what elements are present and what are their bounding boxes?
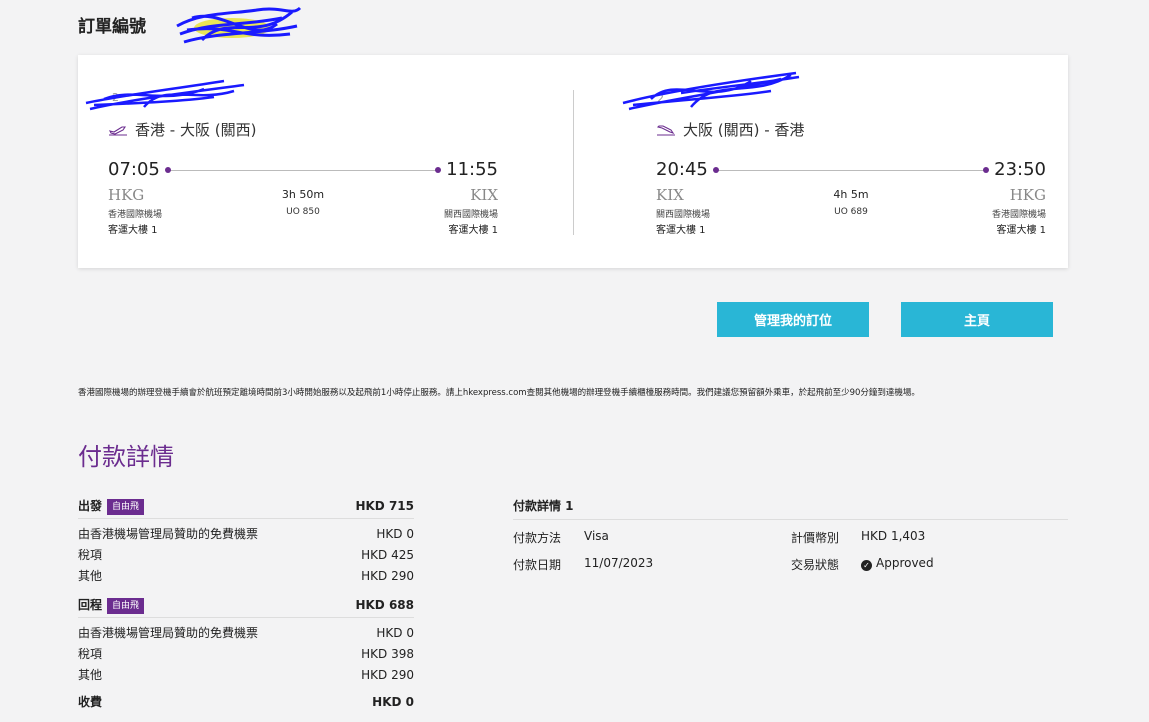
fare-line-item: 稅項 HKD 425 [78,545,414,566]
flights-card: 2 香港 - 大阪 (關西) 07:05 11:55 HKG KIX 3h 50… [78,55,1068,268]
fees-value: HKD 0 [372,695,414,709]
payment-details-heading: 付款詳情 1 [513,497,1068,520]
return-arr-dot [983,167,989,173]
outbound-arr-time: 11:55 [446,159,498,180]
fare-line-item: 由香港機場管理局贊助的免費機票 HKD 0 [78,623,414,644]
return-flight-number: UO 689 [834,207,868,217]
outbound-dep-dot [165,167,171,173]
home-button[interactable]: 主頁 [901,302,1053,337]
fare-type-badge: 自由飛 [107,597,145,614]
card-divider [573,90,574,235]
return-fare-header: 回程 自由飛 HKD 688 [78,593,414,618]
fare-item-label: 其他 [78,668,103,682]
return-duration: 4h 5m [833,188,869,201]
check-circle-icon: ✓ [861,560,872,571]
fare-item-label: 其他 [78,569,103,583]
fees-label: 收費 [78,695,103,709]
fare-item-value: HKD 290 [361,569,414,583]
outbound-fare-label: 出發 [78,499,103,513]
redacted-return-date: 2 [622,71,800,111]
outbound-fare-total: HKD 715 [355,499,414,513]
return-arr-airport: 香港國際機場 [991,210,1046,220]
outbound-duration: 3h 50m [281,188,325,201]
return-timeline [716,170,986,171]
outbound-flight-number: UO 850 [286,207,320,217]
fare-type-badge: 自由飛 [107,498,145,515]
outbound-fare-breakdown: 出發 自由飛 HKD 715 由香港機場管理局贊助的免費機票 HKD 0 稅項 H… [78,494,414,587]
outbound-timeline [168,170,438,171]
outbound-dep-time: 07:05 [108,159,160,180]
fare-item-label: 由香港機場管理局贊助的免費機票 [78,527,259,541]
redacted-order-number [176,6,302,44]
return-arr-terminal: 客運大樓 1 [996,225,1046,236]
return-fare-label: 回程 [78,598,103,612]
outbound-dep-terminal: 客運大樓 1 [108,225,158,236]
transaction-status: ✓ Approved [861,556,934,571]
payment-amount-value: HKD 1,403 [861,529,926,543]
redacted-outbound-date: 2 [85,79,245,111]
takeoff-icon [108,125,127,136]
payment-date-value: 11/07/2023 [584,556,654,570]
return-route: 大阪 (關西) - 香港 [683,121,805,139]
transaction-status-label: 交易狀態 [791,558,840,572]
order-number-label: 訂單編號 [78,17,146,37]
fare-item-value: HKD 0 [376,527,414,541]
fare-line-item: 由香港機場管理局贊助的免費機票 HKD 0 [78,524,414,545]
outbound-fare-header: 出發 自由飛 HKD 715 [78,494,414,519]
outbound-flight: 2 香港 - 大阪 (關西) 07:05 11:55 HKG KIX 3h 50… [85,55,498,268]
manage-booking-button[interactable]: 管理我的訂位 [717,302,869,337]
outbound-arr-dot [435,167,441,173]
payment-date-label: 付款日期 [513,558,562,572]
fare-line-item: 其他 HKD 290 [78,665,414,686]
fare-line-item: 其他 HKD 290 [78,566,414,587]
transaction-status-value: Approved [876,556,934,570]
fare-item-value: HKD 0 [376,626,414,640]
currency-label: 計價幣別 [791,531,840,545]
return-arr-time: 23:50 [994,159,1046,180]
return-dep-time: 20:45 [656,159,708,180]
outbound-arr-airport: 關西國際機場 [443,210,498,220]
return-dep-terminal: 客運大樓 1 [656,225,706,236]
fare-item-label: 稅項 [78,647,103,661]
fare-item-value: HKD 425 [361,548,414,562]
outbound-route: 香港 - 大阪 (關西) [135,121,257,139]
payment-method-label: 付款方法 [513,531,562,545]
fare-item-label: 稅項 [78,548,103,562]
return-flight: 2 大阪 (關西) - 香港 20:45 23:50 KIX HKG 4h 5m… [622,55,1046,268]
return-dep-dot [713,167,719,173]
return-fare-total: HKD 688 [355,598,414,612]
fees-row: 收費 HKD 0 [78,692,414,713]
fare-line-item: 稅項 HKD 398 [78,644,414,665]
outbound-arr-terminal: 客運大樓 1 [448,225,498,236]
fare-item-value: HKD 290 [361,668,414,682]
payment-method-value: Visa [584,529,609,543]
check-in-notice: 香港國際機場的辦理登機手續會於航班預定離境時間前3小時開始服務以及起飛前1小時停… [78,388,920,398]
landing-icon [656,124,675,136]
payment-details-title: 付款詳情 [78,443,174,471]
return-fare-breakdown: 回程 自由飛 HKD 688 由香港機場管理局贊助的免費機票 HKD 0 稅項 H… [78,593,414,713]
outbound-dep-airport: 香港國際機場 [108,210,163,220]
fare-item-label: 由香港機場管理局贊助的免費機票 [78,626,259,640]
fare-item-value: HKD 398 [361,647,414,661]
return-dep-airport: 關西國際機場 [656,210,711,220]
